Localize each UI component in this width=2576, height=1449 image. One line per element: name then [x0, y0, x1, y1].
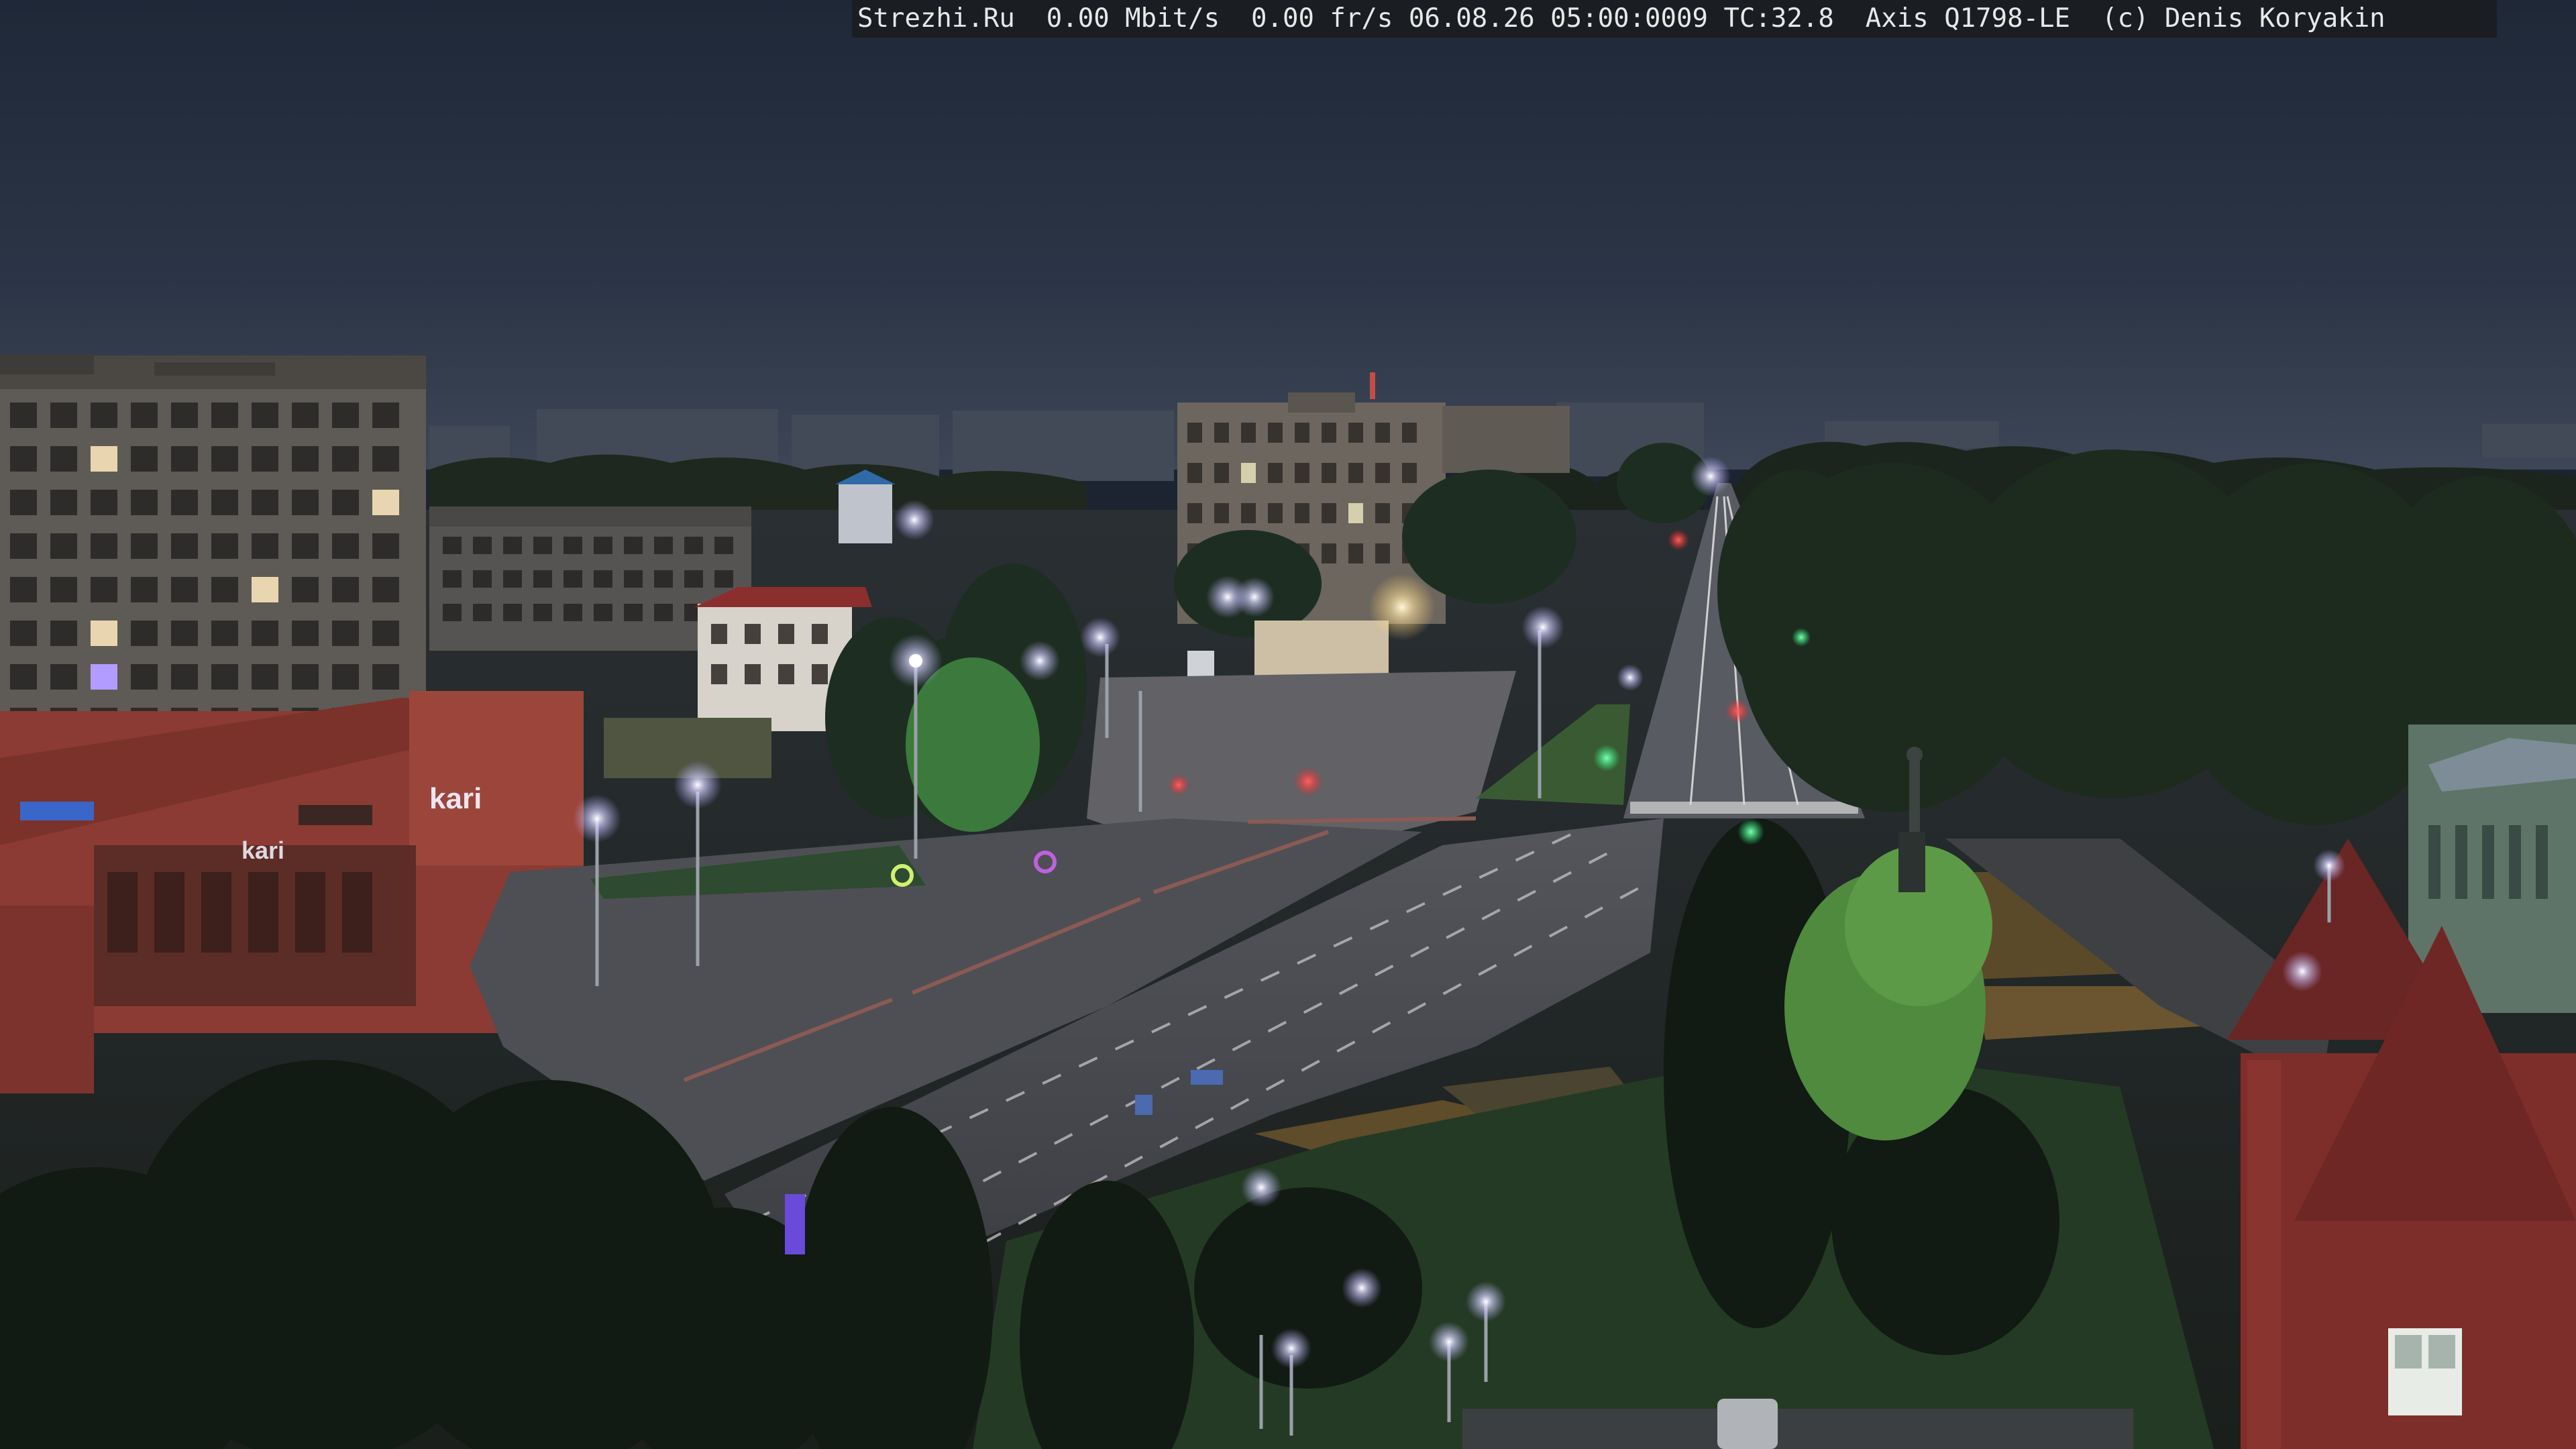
overlay-site: Strezhi.Ru: [857, 3, 1015, 34]
decorative-light-blue: [785, 1194, 805, 1254]
overlay-copyright: (c) Denis Koryakin: [2102, 3, 2385, 34]
crosswalk: [1630, 802, 1858, 814]
overlay-framerate: 0.00 fr/s: [1251, 3, 1393, 34]
foreground-rooftop: [1462, 1409, 2133, 1449]
road-sign-2: [1135, 1095, 1152, 1115]
store-sign-kari-small: kari: [241, 837, 284, 864]
road-sign: [1191, 1070, 1223, 1085]
commercial-building-left: [0, 691, 584, 1093]
bus-stop: [1187, 651, 1214, 678]
square-pavilion: [1254, 621, 1389, 678]
webcam-frame: kari kari Strezhi.Ru 0.00 Mbit/s 0.00 fr…: [0, 0, 2576, 1449]
overlay-temperature: TC:32.8: [1723, 3, 1834, 34]
overlay-camera-model: Axis Q1798-LE: [1865, 3, 2071, 34]
overlay-bitrate: 0.00 Mbit/s: [1046, 3, 1220, 34]
parked-car: [1717, 1399, 1778, 1449]
overlay-datetime: 06.08.26 05:00:0009: [1408, 3, 1708, 34]
camera-overlay-banner: Strezhi.Ru 0.00 Mbit/s 0.00 fr/s 06.08.2…: [852, 0, 2497, 38]
store-sign-kari: kari: [429, 782, 482, 815]
city-street-night-view: kari kari: [0, 0, 2576, 1449]
